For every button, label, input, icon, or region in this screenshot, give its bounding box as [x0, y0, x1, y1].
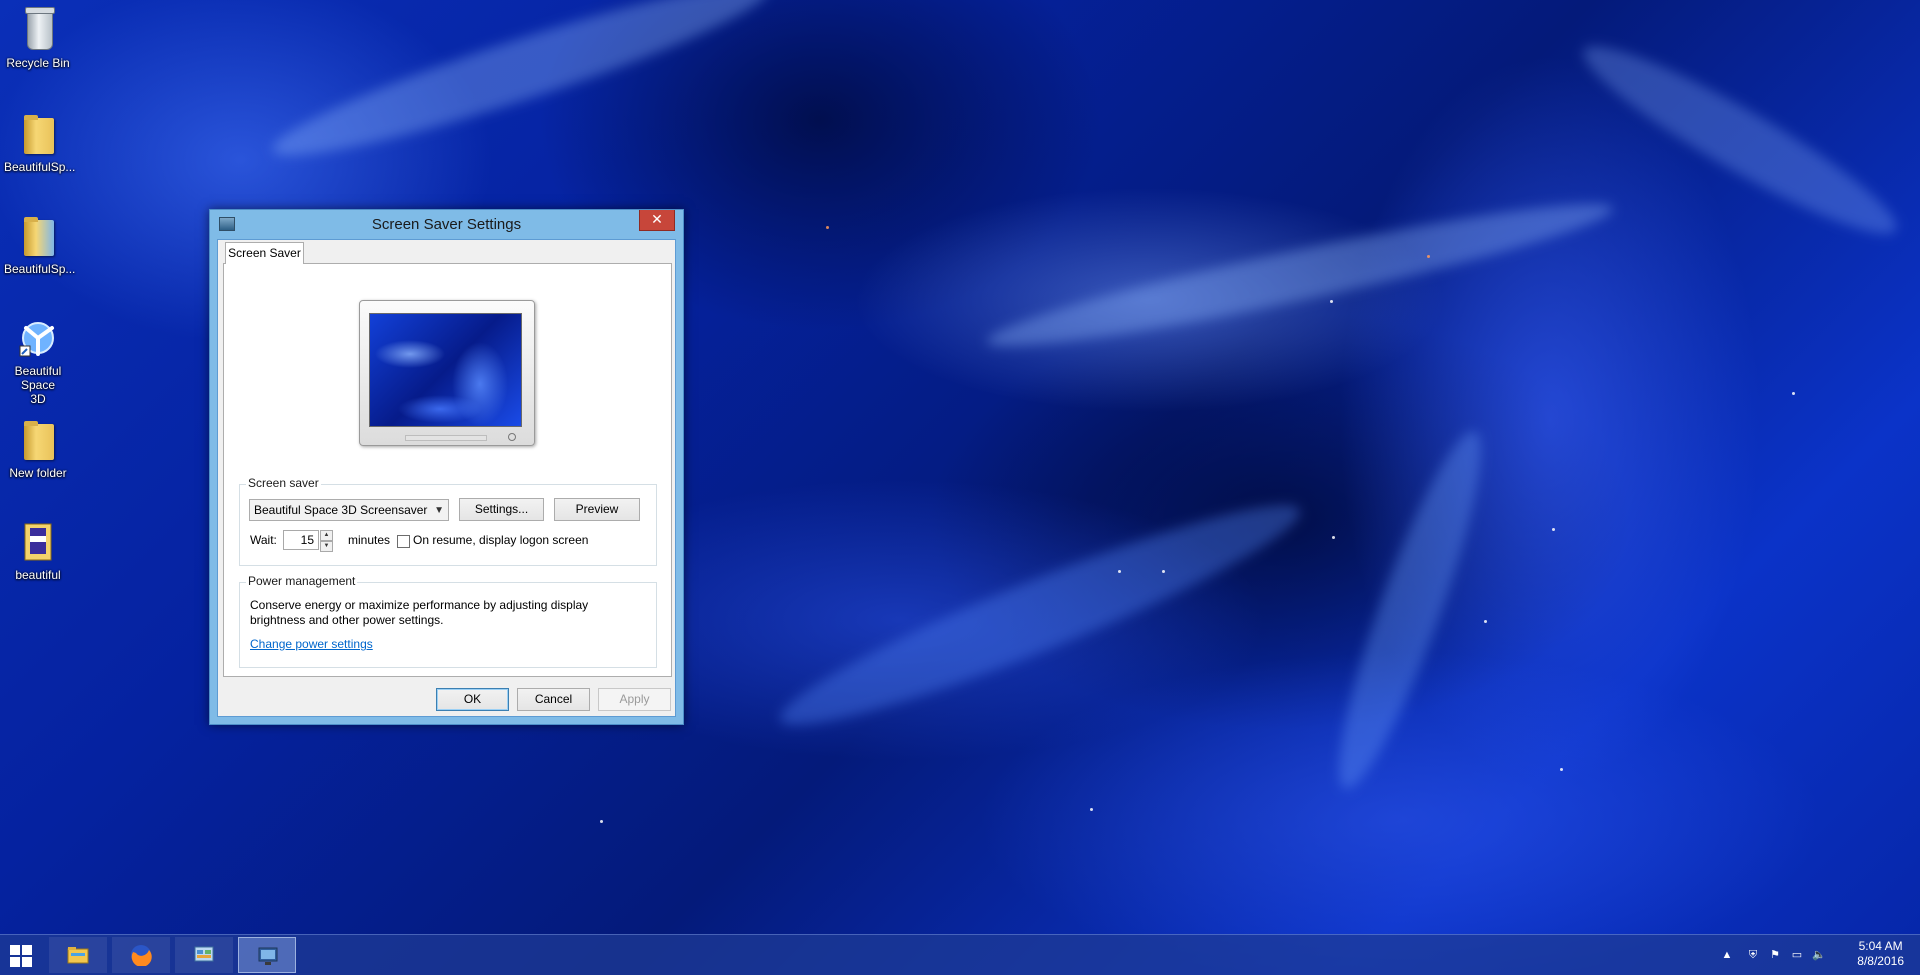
firefox-icon	[131, 945, 152, 966]
star	[1792, 392, 1795, 395]
screen-saver-group-label: Screen saver	[246, 476, 321, 490]
ok-button[interactable]: OK	[436, 688, 509, 711]
star	[1090, 808, 1093, 811]
spin-up-icon[interactable]: ▲	[320, 530, 333, 541]
minutes-label: minutes	[348, 533, 391, 547]
network-shield-icon[interactable]: ⛨	[1746, 948, 1760, 962]
chevron-down-icon: ▼	[434, 505, 444, 516]
preview-button[interactable]: Preview	[554, 498, 640, 521]
star	[826, 226, 829, 229]
archive-icon	[24, 523, 52, 561]
monitor-bezel-bar	[405, 435, 487, 441]
wallpaper-streak	[767, 477, 1313, 753]
windows-logo-icon	[10, 945, 20, 955]
screen-saver-select[interactable]: Beautiful Space 3D Screensaver ▼	[249, 499, 449, 521]
desktop-icon-label: Recycle Bin	[6, 56, 70, 70]
desktop-icon-beautifulsp-installer[interactable]: BeautifulSp...	[4, 214, 76, 276]
installer-folder-icon	[24, 217, 54, 256]
screen-saver-select-value: Beautiful Space 3D Screensaver	[254, 503, 428, 517]
windows-logo-pane	[22, 957, 32, 967]
taskbar-screen-saver-settings[interactable]	[238, 937, 296, 973]
power-description-line1: Conserve energy or maximize performance …	[250, 598, 589, 612]
star	[1118, 570, 1121, 573]
star	[1552, 528, 1555, 531]
folder-icon	[24, 421, 54, 460]
star	[1560, 768, 1563, 771]
desktop-icon-label: BeautifulSp...	[4, 160, 76, 174]
monitor-power-led	[508, 433, 516, 441]
preview-monitor	[359, 300, 535, 446]
desktop-icon-beautifulsp-folder[interactable]: BeautifulSp...	[4, 112, 76, 174]
beautiful-space-app-icon	[19, 322, 54, 357]
screen-saver-settings-dialog: Screen Saver Settings ✕ Screen Saver Scr…	[209, 209, 684, 725]
folder-icon	[24, 115, 54, 154]
desktop-icon-beautiful[interactable]: beautiful	[4, 520, 72, 582]
change-power-settings-link[interactable]: Change power settings	[250, 637, 373, 651]
desktop-icon-recycle-bin[interactable]: Recycle Bin	[4, 7, 72, 70]
power-management-group: Power management Conserve energy or maxi…	[239, 574, 657, 668]
resume-logon-label[interactable]: On resume, display logon screen	[413, 533, 588, 547]
dialog-titlebar[interactable]: Screen Saver Settings ✕	[210, 210, 683, 238]
desktop-icon-new-folder[interactable]: New folder	[4, 418, 72, 480]
wallpaper-streak	[1316, 421, 1504, 799]
wait-label: Wait:	[250, 533, 277, 547]
resume-logon-checkbox[interactable]	[397, 535, 410, 548]
taskbar-file-explorer[interactable]	[49, 937, 107, 973]
control-panel-icon	[194, 946, 214, 962]
clock-time: 5:04 AM	[1858, 939, 1903, 953]
desktop-icon-label: BeautifulSp...	[4, 262, 76, 276]
settings-button[interactable]: Settings...	[459, 498, 544, 521]
system-clock[interactable]: 5:04 AM 8/8/2016	[1857, 939, 1904, 969]
network-icon[interactable]: ▭	[1790, 948, 1804, 962]
wait-minutes-input[interactable]: 15	[283, 530, 319, 550]
power-description-line2: brightness and other power settings.	[250, 613, 444, 627]
taskbar-firefox[interactable]	[112, 937, 170, 973]
power-management-group-label: Power management	[246, 574, 358, 588]
desktop-icon-label: Beautiful Space 3D	[14, 364, 62, 406]
wait-spinner[interactable]: ▲ ▼	[320, 530, 333, 552]
wallpaper-streak	[981, 184, 1619, 366]
tab-screen-saver[interactable]: Screen Saver	[225, 242, 304, 264]
star	[1330, 300, 1333, 303]
file-explorer-icon	[67, 947, 89, 964]
wallpaper-streak	[263, 0, 777, 179]
star	[1484, 620, 1487, 623]
star	[1427, 255, 1430, 258]
close-button[interactable]: ✕	[639, 210, 675, 231]
taskbar: ▲ ⛨ ⚑ ▭ 🔈 5:04 AM 8/8/2016	[0, 934, 1920, 975]
show-hidden-icons-icon[interactable]: ▲	[1720, 948, 1734, 962]
windows-logo-pane	[22, 945, 32, 955]
screen-saver-icon	[258, 947, 278, 965]
windows-logo-pane	[10, 957, 20, 967]
action-center-flag-icon[interactable]: ⚑	[1768, 948, 1782, 962]
preview-screen	[369, 313, 522, 427]
star	[1332, 536, 1335, 539]
dialog-client: Screen Saver Screen saver Beautiful Spac…	[217, 239, 676, 717]
screen-saver-group: Screen saver Beautiful Space 3D Screensa…	[239, 476, 657, 566]
desktop-icon-label: beautiful	[15, 568, 61, 582]
dialog-title: Screen Saver Settings	[371, 216, 522, 233]
star	[1162, 570, 1165, 573]
wallpaper-streak	[1569, 24, 1911, 256]
start-button[interactable]	[10, 945, 32, 967]
taskbar-control-panel[interactable]	[175, 937, 233, 973]
spin-down-icon[interactable]: ▼	[320, 541, 333, 552]
volume-icon[interactable]: 🔈	[1812, 948, 1826, 962]
clock-date: 8/8/2016	[1857, 954, 1904, 968]
tab-panel: Screen saver Beautiful Space 3D Screensa…	[223, 263, 672, 677]
recycle-bin-icon	[25, 7, 55, 50]
desktop-icon-label: New folder	[9, 466, 67, 480]
star	[600, 820, 603, 823]
cancel-button[interactable]: Cancel	[517, 688, 590, 711]
apply-button[interactable]: Apply	[598, 688, 671, 711]
desktop-icon-beautiful-space-3d[interactable]: Beautiful Space 3D	[4, 316, 72, 406]
